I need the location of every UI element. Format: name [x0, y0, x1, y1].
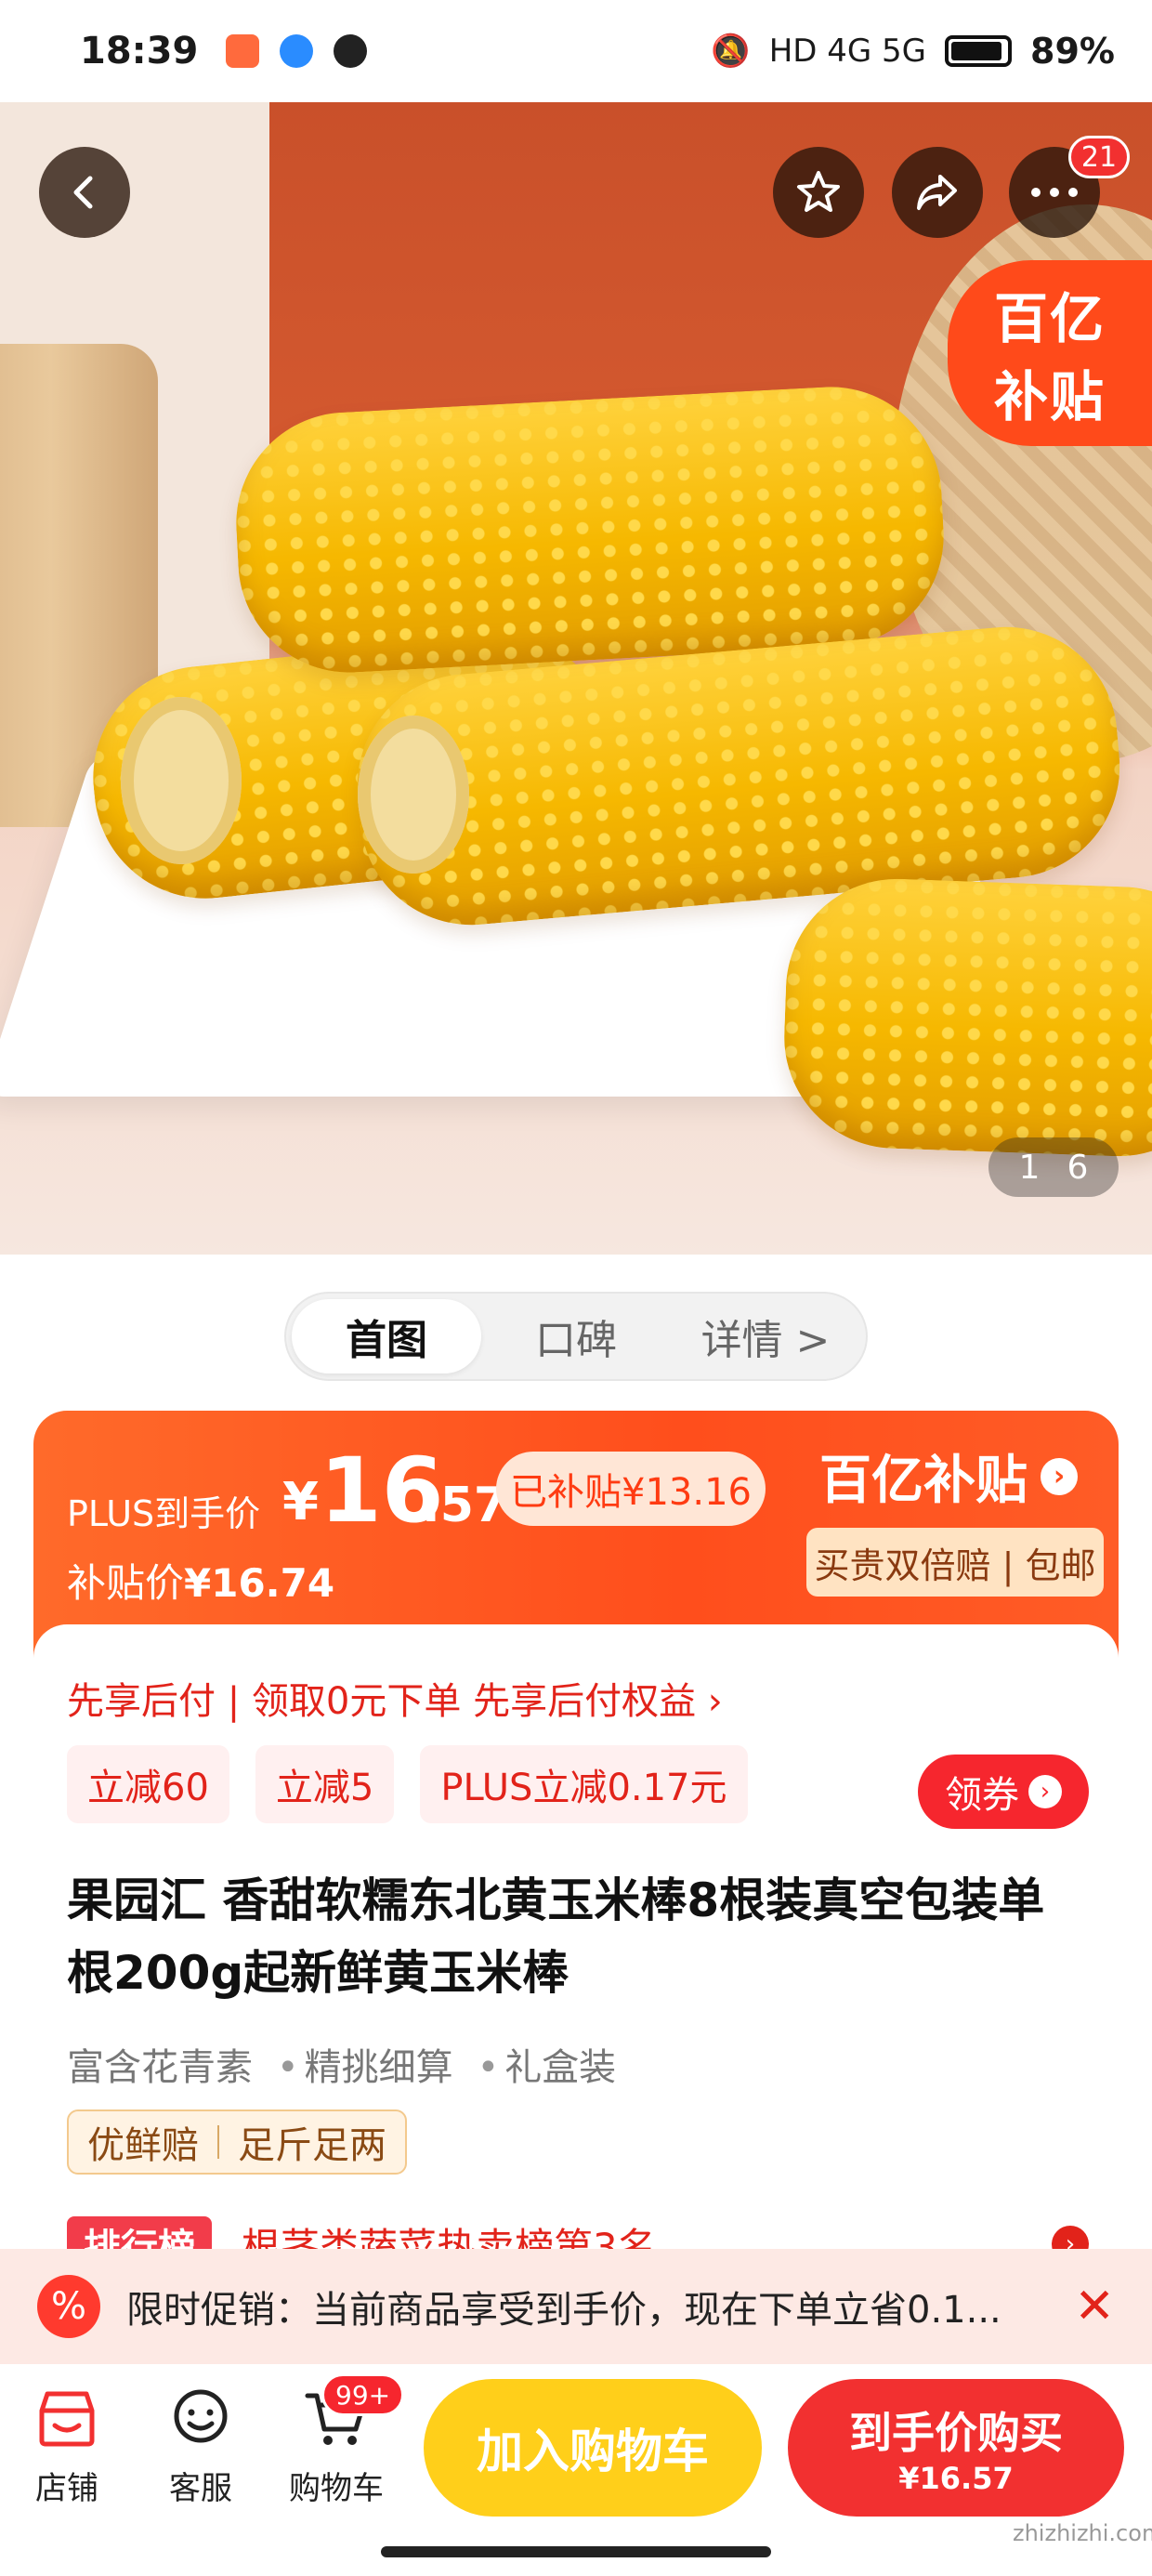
service-tag: 足斤足两: [238, 2124, 386, 2167]
add-to-cart-button[interactable]: 加入购物车: [424, 2379, 762, 2517]
buy-now-price: ¥16.57: [898, 2461, 1014, 2496]
tab-reviews[interactable]: 口碑: [481, 1299, 671, 1373]
subsidized-amount-chip: 已补贴¥13.16: [496, 1452, 766, 1526]
content-tabs: 首图 口碑 详情 >: [284, 1292, 868, 1381]
corn-cob: [230, 381, 949, 678]
product-title: 果园汇 香甜软糯东北黄玉米棒8根装真空包装单根200g起新鲜黄玉米棒: [67, 1873, 1045, 2000]
tab-main-image[interactable]: 首图: [292, 1299, 481, 1373]
service-tags[interactable]: 优鲜赔 足斤足两: [67, 2109, 407, 2175]
corn-cob-end: [358, 716, 469, 874]
message-count-badge: 21: [1068, 136, 1130, 178]
battery-percent: 89%: [1030, 31, 1115, 72]
subsidy-price-label: 补贴价: [67, 1560, 185, 1606]
watermark: zhizhizhi.com: [1013, 2520, 1152, 2546]
zhi-app-icon: [334, 34, 368, 68]
pay-later-link[interactable]: 先享后付 | 领取0元下单 先享后付权益 ›: [67, 1671, 723, 1725]
image-index: 1: [1018, 1148, 1041, 1187]
chevron-right-icon: ›: [1041, 1457, 1078, 1495]
promotion-notice-text: 限时促销：当前商品享受到手价，现在下单立省0.1...: [126, 2289, 1001, 2332]
plus-price-label: PLUS到手价: [67, 1493, 261, 1534]
image-counter: 1 6: [988, 1137, 1119, 1197]
customer-service-button[interactable]: 客服: [145, 2383, 256, 2508]
promotion-notice[interactable]: % 限时促销：当前商品享受到手价，现在下单立省0.1... ✕: [0, 2249, 1152, 2364]
mute-icon: 🔕: [711, 33, 751, 70]
feature-item: 精挑细算: [277, 2037, 453, 2091]
tab-details[interactable]: 详情 >: [671, 1299, 860, 1373]
billion-subsidy-link[interactable]: 百亿补贴 ›: [819, 1439, 1078, 1514]
get-coupon-button[interactable]: 领券 ›: [918, 1755, 1089, 1829]
back-button[interactable]: [39, 147, 130, 238]
star-icon: [797, 171, 840, 212]
favorite-button[interactable]: [773, 147, 864, 238]
status-right: 🔕 HD 4G 5G 89%: [711, 31, 1115, 72]
status-app-icons: [226, 34, 368, 68]
browser-app-icon: [280, 34, 314, 68]
chevron-right-icon: ›: [1028, 1775, 1062, 1808]
customer-service-label: 客服: [169, 2470, 232, 2507]
percent-icon: %: [37, 2275, 100, 2338]
subsidy-price-value: ¥16.74: [184, 1560, 335, 1606]
corn-cob-end: [121, 697, 242, 864]
status-bar: 18:39 🔕 HD 4G 5G 89%: [0, 0, 1152, 102]
more-dots-icon: [1031, 188, 1078, 197]
buy-now-button[interactable]: 到手价购买 ¥16.57: [788, 2379, 1124, 2517]
service-tag: 优鲜赔: [87, 2124, 199, 2167]
product-image-carousel[interactable]: 21 百亿 补贴 1 6: [0, 102, 1152, 1255]
corn-cob: [780, 874, 1152, 1161]
subsidy-badge-line1: 百亿: [994, 287, 1106, 350]
chat-smile-icon: [165, 2383, 236, 2453]
chevron-left-icon: [73, 176, 93, 209]
price-decimal: .57: [422, 1478, 508, 1533]
shop-icon: [32, 2383, 102, 2453]
promo-tag[interactable]: 立减5: [255, 1745, 395, 1823]
image-total: 6: [1067, 1148, 1089, 1187]
close-icon[interactable]: ✕: [1074, 2279, 1115, 2334]
shop-label: 店铺: [35, 2470, 98, 2507]
status-time: 18:39: [80, 30, 199, 72]
promotion-tags: 立减60 立减5 PLUS立减0.17元: [67, 1745, 748, 1823]
feature-item: 富含花青素: [67, 2046, 253, 2089]
share-button[interactable]: [892, 147, 983, 238]
bottom-action-bar: 店铺 客服 购物车 99+ 加入购物车 到手价购买 ¥16.57: [0, 2346, 1152, 2576]
coupon-label: 领券: [945, 1774, 1019, 1817]
subsidy-badge-line2: 补贴: [994, 365, 1106, 428]
notice-pointer: [940, 2346, 974, 2364]
feature-list: 富含花青素 精挑细算 礼盒装: [67, 2037, 616, 2091]
battery-icon: [945, 35, 1013, 67]
shop-button[interactable]: 店铺: [11, 2383, 123, 2508]
promo-tag[interactable]: 立减60: [67, 1745, 229, 1823]
subsidy-price: 补贴价¥16.74: [67, 1552, 334, 1609]
promo-tag[interactable]: PLUS立减0.17元: [420, 1745, 748, 1823]
network-indicator: HD 4G 5G: [768, 33, 927, 70]
subsidy-badge: 百亿 补贴: [948, 260, 1152, 446]
cart-label: 购物车: [289, 2470, 384, 2507]
guarantee-chip[interactable]: 买贵双倍赔 | 包邮: [806, 1528, 1104, 1597]
feature-item: 礼盒装: [478, 2037, 616, 2091]
price-currency: ¥: [282, 1472, 319, 1532]
cart-count-badge: 99+: [321, 2373, 405, 2416]
share-icon: [917, 175, 957, 210]
buy-now-label: 到手价购买: [849, 2408, 1063, 2458]
game-app-icon: [226, 34, 260, 68]
home-indicator[interactable]: [381, 2546, 771, 2557]
product-page: 18:39 🔕 HD 4G 5G 89% 21 百亿 补贴 1 6 首图 口碑 …: [0, 0, 1152, 2576]
billion-subsidy-logo: 百亿补贴: [819, 1451, 1028, 1511]
